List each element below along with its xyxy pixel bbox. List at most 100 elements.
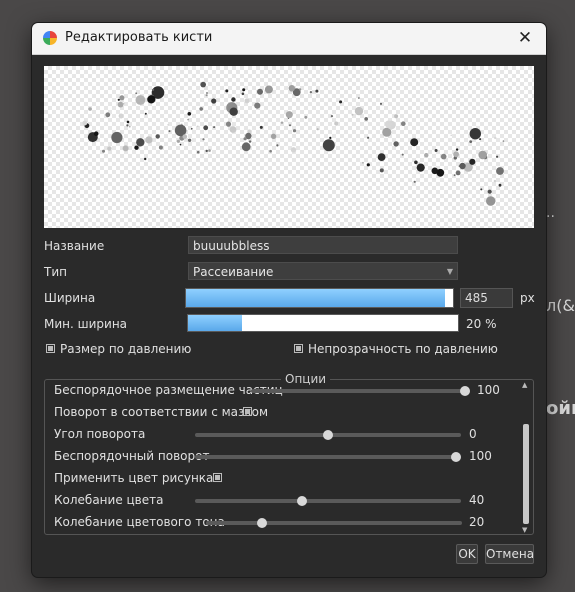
brush-particle xyxy=(487,189,492,194)
brush-particle xyxy=(179,143,182,146)
brush-particle xyxy=(197,125,199,128)
brush-particle xyxy=(450,134,453,137)
brush-particle xyxy=(152,88,155,91)
brush-particle xyxy=(290,147,297,153)
brush-particle xyxy=(200,81,206,88)
brush-particle xyxy=(257,88,263,95)
brush-preview xyxy=(44,66,534,228)
brush-particle xyxy=(469,158,476,165)
brush-particle xyxy=(309,91,313,94)
rotate-with-stroke-checkbox[interactable] xyxy=(243,407,252,416)
brush-particle xyxy=(168,130,171,133)
brush-particle xyxy=(206,92,208,94)
brush-particle xyxy=(199,107,203,111)
brush-particle xyxy=(82,120,88,126)
slider-knob[interactable] xyxy=(257,518,267,528)
brush-particle xyxy=(480,188,483,191)
close-icon[interactable]: ✕ xyxy=(514,27,536,49)
brush-particle xyxy=(362,161,364,164)
brush-particle xyxy=(414,160,418,165)
min-width-slider[interactable] xyxy=(187,314,459,332)
brush-particle xyxy=(384,120,393,128)
options-scrollbar[interactable]: ▲ ▼ xyxy=(522,381,530,534)
brush-particle xyxy=(145,136,153,144)
scrollbar-thumb[interactable] xyxy=(523,424,529,524)
width-slider[interactable] xyxy=(185,288,454,308)
brush-particle xyxy=(288,85,295,92)
brush-particle xyxy=(330,115,333,118)
brush-particle xyxy=(243,137,247,141)
rotate-with-stroke-label: Поворот в соответствии с мазком xyxy=(54,405,269,419)
brush-particle xyxy=(211,98,217,104)
brush-particle xyxy=(289,124,291,127)
brush-particle xyxy=(248,140,252,143)
brush-particle xyxy=(126,120,130,124)
brush-particle xyxy=(208,149,211,152)
type-select[interactable]: Рассеивание ▼ xyxy=(188,262,458,280)
type-label: Тип xyxy=(44,265,67,279)
brush-particle xyxy=(122,102,125,105)
brush-particle xyxy=(155,134,160,139)
brush-particle xyxy=(129,125,131,128)
rotation-angle-label: Угол поворота xyxy=(54,427,146,441)
hue-jitter-slider[interactable] xyxy=(206,518,462,528)
width-slider-fill xyxy=(186,289,445,307)
color-jitter-slider[interactable] xyxy=(195,496,461,506)
brush-particle xyxy=(119,95,125,101)
brush-particle xyxy=(496,155,499,158)
brush-particle xyxy=(269,149,272,153)
opacity-pressure-checkbox[interactable] xyxy=(294,344,303,353)
random-rotation-slider[interactable] xyxy=(195,452,461,462)
brush-particle xyxy=(478,150,488,160)
opacity-pressure-label: Непрозрачность по давлению xyxy=(308,342,498,356)
brush-particle xyxy=(453,151,459,158)
brush-particle xyxy=(144,157,147,161)
brush-particle xyxy=(107,146,112,151)
hue-jitter-label: Колебание цветового тона xyxy=(54,515,225,529)
brush-particle xyxy=(88,107,92,111)
cancel-button[interactable]: Отмена xyxy=(485,544,534,564)
slider-knob[interactable] xyxy=(297,496,307,506)
brush-particle xyxy=(244,98,250,104)
brush-particle xyxy=(167,124,169,126)
name-input[interactable]: buuuubbless xyxy=(188,236,458,254)
ok-button[interactable]: OK xyxy=(456,544,478,564)
brush-particle xyxy=(144,112,147,115)
brush-particle xyxy=(135,92,138,95)
brush-particle xyxy=(455,170,461,176)
background-text-2: л(& xyxy=(546,296,575,315)
size-pressure-checkbox[interactable] xyxy=(46,344,55,353)
scroll-up-icon[interactable]: ▲ xyxy=(522,381,527,389)
brush-particle xyxy=(322,139,335,152)
brush-particle xyxy=(334,121,339,126)
brush-particle xyxy=(241,142,251,152)
brush-particle xyxy=(187,112,192,116)
brush-particle xyxy=(117,98,120,101)
brush-particle xyxy=(424,153,429,158)
dialog-title: Редактировать кисти xyxy=(65,30,213,45)
slider-knob[interactable] xyxy=(451,452,461,462)
title-bar: Редактировать кисти ✕ xyxy=(32,23,546,55)
brush-particle xyxy=(498,183,502,187)
brush-particle xyxy=(276,144,279,147)
background-text-1: .. xyxy=(546,205,555,221)
width-value-input[interactable]: 485 xyxy=(460,288,513,308)
brush-particle xyxy=(440,153,447,160)
brush-particle xyxy=(270,133,277,139)
brush-particle xyxy=(453,174,456,177)
apply-image-color-checkbox[interactable] xyxy=(213,473,222,482)
brush-particle xyxy=(479,138,482,141)
brush-particle xyxy=(136,138,145,147)
brush-particle xyxy=(187,138,192,142)
brush-particle xyxy=(459,162,466,170)
rotation-angle-slider[interactable] xyxy=(195,430,461,440)
scatter-placement-slider[interactable] xyxy=(251,386,470,396)
brush-particle xyxy=(134,145,139,150)
brush-particle xyxy=(229,107,238,116)
brush-particle xyxy=(329,136,332,139)
brush-particle xyxy=(176,139,180,143)
slider-knob[interactable] xyxy=(323,430,333,440)
slider-knob[interactable] xyxy=(460,386,470,396)
brush-particle xyxy=(339,100,343,104)
scroll-down-icon[interactable]: ▼ xyxy=(522,526,527,534)
